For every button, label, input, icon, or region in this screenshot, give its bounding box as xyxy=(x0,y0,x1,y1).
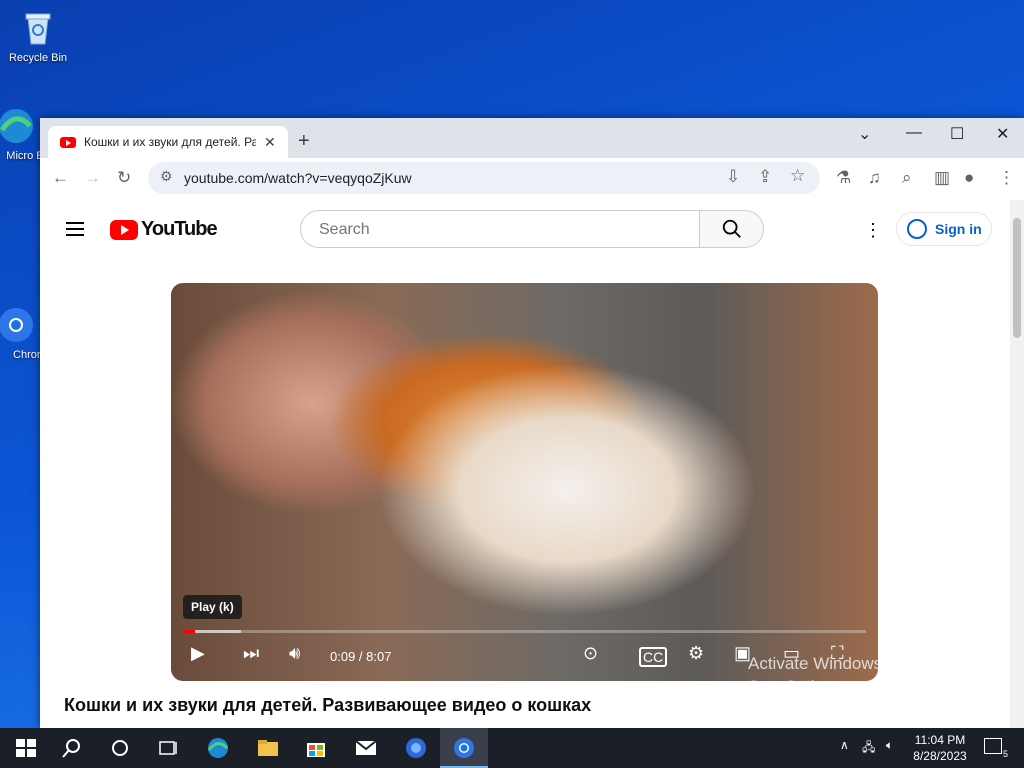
time-display: 0:09 / 8:07 xyxy=(330,649,392,664)
settings-gear-icon[interactable]: ⚙ xyxy=(688,643,704,664)
settings-kebab-icon[interactable]: ⋮ xyxy=(864,220,882,241)
browser-window: Кошки и их звуки для детей. Ра ✕ + ⌄ — ☐… xyxy=(40,118,1024,728)
file-explorer-icon[interactable] xyxy=(256,736,280,760)
autoplay-toggle[interactable]: ⊙ xyxy=(583,643,598,664)
edge-icon xyxy=(0,106,36,146)
video-player[interactable]: Play (k) ▶ ⏭ 🔊︎ 0:09 / 8:07 ⊙ CC ⚙ ▣ ▭ ⛶ xyxy=(171,283,878,681)
mail-icon[interactable] xyxy=(354,736,378,760)
account-circle-icon xyxy=(907,219,927,239)
media-controls-icon[interactable]: ♫ xyxy=(868,168,881,188)
tab-title: Кошки и их звуки для детей. Ра xyxy=(84,135,256,149)
back-arrow-icon[interactable]: ← xyxy=(52,168,69,188)
cortana-icon[interactable] xyxy=(108,736,132,760)
activate-windows-title: Activate Windows xyxy=(748,654,883,673)
youtube-logo[interactable]: YouTube xyxy=(110,218,218,241)
hamburger-menu-icon[interactable] xyxy=(66,222,84,236)
progress-played xyxy=(183,630,196,633)
sign-in-button[interactable]: Sign in xyxy=(896,212,992,246)
network-icon[interactable]: 🖧︎ xyxy=(862,738,875,759)
desktop-icon-recycle-bin[interactable]: Recycle Bin xyxy=(2,8,74,64)
taskbar: ∧ 🖧︎ 🔈︎ 11:04 PM 8/28/2023 5 xyxy=(0,728,1024,768)
tab-search-chevron-icon[interactable]: ⌄ xyxy=(858,124,871,144)
chrome-menu-icon[interactable]: ⋮ xyxy=(998,168,1015,188)
youtube-page: YouTube ⋮ Sign in Play (k) ▶ ⏭ 🔊︎ 0:09 /… xyxy=(40,200,1024,728)
volume-icon[interactable]: 🔊︎ xyxy=(289,643,300,664)
bookmark-star-icon[interactable]: ☆ xyxy=(790,166,805,186)
task-view-icon[interactable] xyxy=(156,736,180,760)
play-tooltip: Play (k) xyxy=(183,595,242,619)
close-tab-icon[interactable]: ✕ xyxy=(264,134,276,151)
chrome-icon xyxy=(0,305,36,345)
store-icon[interactable] xyxy=(304,736,328,760)
tab-strip: Кошки и их звуки для детей. Ра ✕ + ⌄ — ☐… xyxy=(40,118,1024,158)
browser-toolbar: ← → ↻ ⚙ youtube.com/watch?v=veqyqoZjKuw … xyxy=(40,158,1024,201)
clock[interactable]: 11:04 PM 8/28/2023 xyxy=(912,732,968,764)
address-bar[interactable]: ⚙ youtube.com/watch?v=veqyqoZjKuw ⇩ ⇪ ☆ xyxy=(148,162,820,194)
progress-bar[interactable] xyxy=(183,630,866,633)
search-input[interactable] xyxy=(317,220,681,240)
youtube-play-icon xyxy=(110,219,138,240)
clock-time: 11:04 PM xyxy=(914,733,966,747)
site-info-icon[interactable]: ⚙ xyxy=(160,168,173,185)
search-box[interactable] xyxy=(300,210,700,248)
forward-arrow-icon[interactable]: → xyxy=(84,168,101,188)
search-button[interactable] xyxy=(700,210,764,248)
captions-button[interactable]: CC xyxy=(639,647,668,667)
install-app-icon[interactable]: ⇩ xyxy=(726,167,740,187)
video-title: Кошки и их звуки для детей. Развивающее … xyxy=(64,695,592,715)
browser-tab[interactable]: Кошки и их звуки для детей. Ра ✕ xyxy=(48,126,288,158)
new-tab-button[interactable]: + xyxy=(298,130,310,153)
volume-tray-icon[interactable]: 🔈︎ xyxy=(886,738,893,753)
windows-start-icon[interactable] xyxy=(14,736,38,760)
maximize-button[interactable]: ☐ xyxy=(950,124,964,144)
close-window-button[interactable]: ✕ xyxy=(996,124,1009,144)
zoom-icon[interactable]: ⌕ xyxy=(902,168,912,188)
address-url: youtube.com/watch?v=veqyqoZjKuw xyxy=(184,170,412,186)
activate-windows-subtitle: Go to Settings to activate Windows. xyxy=(748,677,969,693)
search-icon xyxy=(722,219,741,238)
notification-center-button[interactable]: 5 xyxy=(984,738,1009,759)
next-button[interactable]: ⏭ xyxy=(243,643,259,664)
clock-date: 8/28/2023 xyxy=(913,749,967,763)
desktop-icon-label: Recycle Bin xyxy=(8,52,68,64)
chrome-taskbar-icon xyxy=(454,738,474,758)
search-icon[interactable] xyxy=(60,736,84,760)
show-hidden-icons-chevron[interactable]: ∧ xyxy=(840,738,849,752)
minimize-button[interactable]: — xyxy=(906,124,922,142)
profile-avatar-icon[interactable]: ● xyxy=(964,168,974,188)
edge-taskbar-icon[interactable] xyxy=(206,736,230,760)
firefox-icon[interactable] xyxy=(404,736,428,760)
page-scrollbar[interactable] xyxy=(1010,200,1024,728)
notification-count-badge: 5 xyxy=(1001,749,1009,759)
play-button[interactable]: ▶ xyxy=(191,643,205,664)
recycle-bin-icon xyxy=(18,8,58,48)
share-page-icon[interactable]: ⇪ xyxy=(758,167,772,187)
youtube-favicon-icon xyxy=(60,136,76,148)
reload-icon[interactable]: ↻ xyxy=(117,168,131,188)
labs-flask-icon[interactable]: ⚗ xyxy=(836,168,851,188)
chrome-taskbar-item[interactable] xyxy=(440,728,488,768)
desktop-icon-label: Chron xyxy=(13,349,43,361)
side-panel-icon[interactable]: ▥ xyxy=(934,168,950,188)
